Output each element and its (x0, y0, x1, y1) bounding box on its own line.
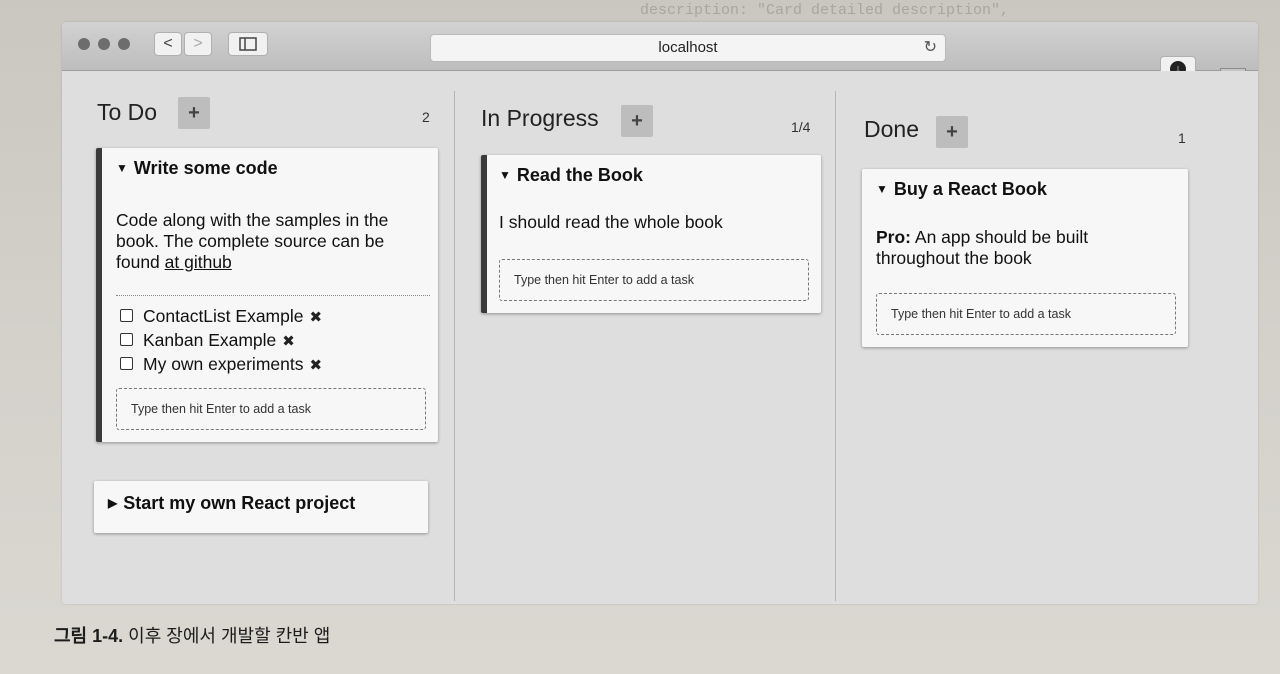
column-title: Done (864, 116, 919, 142)
card-description: Pro: An app should be built throughout t… (876, 227, 1089, 268)
column-todo: To Do + 2 ▼ Write some code Code along wi… (62, 71, 454, 604)
card-title[interactable]: ▼ Buy a React Book (876, 179, 1047, 200)
add-task-input[interactable]: Type then hit Enter to add a task (499, 259, 809, 301)
minimize-window-button[interactable] (98, 38, 110, 50)
card-read-the-book[interactable]: ▼ Read the Book I should read the whole b… (481, 155, 821, 313)
forward-button[interactable]: > (184, 32, 212, 56)
add-task-input[interactable]: Type then hit Enter to add a task (116, 388, 426, 430)
close-window-button[interactable] (78, 38, 90, 50)
url-text: localhost (658, 39, 718, 56)
card-count: 1/4 (791, 119, 811, 135)
card-description: Code along with the samples in the book.… (116, 210, 389, 272)
column-done: Done + 1 ▼ Buy a React Book Pro: An app s… (836, 71, 1246, 604)
card-description: I should read the whole book (499, 212, 723, 232)
caret-down-icon[interactable]: ▼ (876, 182, 888, 196)
add-card-button[interactable]: + (621, 105, 653, 137)
task-checkbox[interactable] (120, 333, 133, 346)
remove-task-icon[interactable]: ✖ (309, 357, 322, 374)
task-checkbox[interactable] (120, 309, 133, 322)
figure-caption: 그림 1-4. 이후 장에서 개발할 칸반 앱 (54, 626, 331, 646)
add-card-button[interactable]: + (178, 97, 210, 129)
reload-icon[interactable]: ↻ (924, 35, 937, 61)
back-icon: < (163, 35, 173, 52)
caret-down-icon[interactable]: ▼ (116, 161, 128, 175)
caret-right-icon[interactable]: ▶ (108, 496, 117, 510)
card-buy-react-book[interactable]: ▼ Buy a React Book Pro: An app should be … (862, 169, 1188, 347)
add-card-button[interactable]: + (936, 116, 968, 148)
task-item: Kanban Example ✖ (120, 330, 295, 351)
bleed-through-code: description: "Card detailed description"… (640, 2, 1010, 19)
address-bar[interactable]: localhost ↻ (430, 34, 946, 62)
forward-icon: > (193, 35, 203, 52)
column-title: In Progress (481, 105, 599, 131)
column-in-progress: In Progress + 1/4 ▼ Read the Book I shoul… (455, 71, 835, 604)
card-title[interactable]: ▼ Read the Book (499, 165, 643, 186)
browser-toolbar: < > localhost ↻ (62, 22, 1258, 71)
card-title[interactable]: ▼ Write some code (116, 158, 278, 179)
task-item: My own experiments ✖ (120, 354, 322, 375)
sidebar-icon (239, 37, 257, 51)
card-title[interactable]: ▶ Start my own React project (108, 493, 355, 514)
sidebar-toggle-button[interactable] (228, 32, 268, 56)
github-link[interactable]: at github (165, 252, 232, 272)
kanban-board: To Do + 2 ▼ Write some code Code along wi… (62, 71, 1258, 604)
remove-task-icon[interactable]: ✖ (282, 333, 295, 350)
card-count: 2 (422, 109, 430, 125)
browser-window: < > localhost ↻ ↓ + To Do + 2 ▼W (62, 22, 1258, 604)
task-checkbox[interactable] (120, 357, 133, 370)
back-button[interactable]: < (154, 32, 182, 56)
card-count: 1 (1178, 130, 1186, 146)
card-start-react-project[interactable]: ▶ Start my own React project (94, 481, 428, 533)
zoom-window-button[interactable] (118, 38, 130, 50)
column-title: To Do (97, 99, 158, 125)
add-task-input[interactable]: Type then hit Enter to add a task (876, 293, 1176, 335)
task-item: ContactList Example ✖ (120, 306, 322, 327)
remove-task-icon[interactable]: ✖ (310, 309, 323, 326)
card-write-some-code[interactable]: ▼ Write some code Code along with the sam… (96, 148, 438, 442)
caret-down-icon[interactable]: ▼ (499, 168, 511, 182)
divider (116, 295, 430, 296)
